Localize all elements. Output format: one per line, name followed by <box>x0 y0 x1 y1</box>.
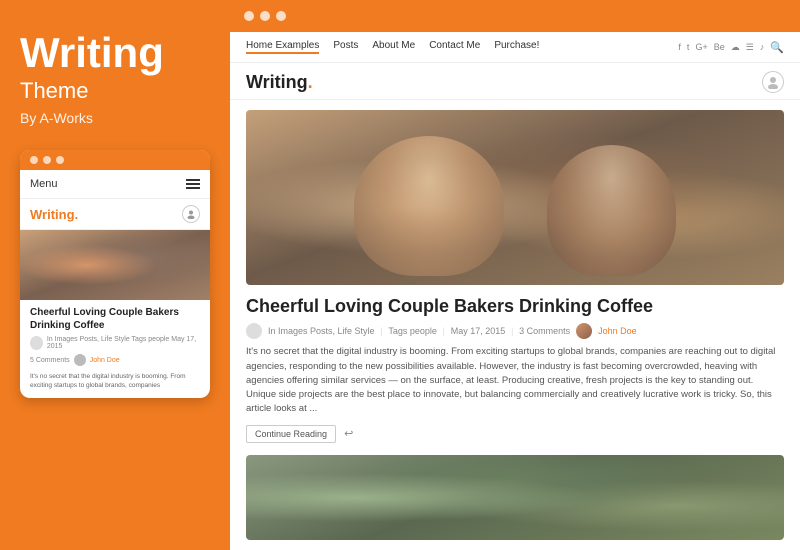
article-card: Cheerful Loving Couple Bakers Drinking C… <box>246 110 784 443</box>
mobile-logo: Writing. <box>30 207 78 222</box>
nav-social-icons: f t G+ Be ☁ ☰ ♪ 🔍 <box>678 41 784 54</box>
mobile-meta-text: In Images Posts, Life Style Tags people … <box>47 336 200 350</box>
article-author: John Doe <box>598 326 637 336</box>
article-meta-icon <box>246 323 262 339</box>
article-author-avatar <box>576 323 592 339</box>
social-cloud-icon[interactable]: ☁ <box>731 42 740 53</box>
social-music-icon[interactable]: ♪ <box>760 42 765 52</box>
mobile-author-name: John Doe <box>90 357 120 364</box>
mobile-article-title: Cheerful Loving Couple Bakers Drinking C… <box>20 300 210 336</box>
site-header: Writing. <box>230 63 800 100</box>
search-icon[interactable]: 🔍 <box>770 41 784 54</box>
mobile-mockup: Menu Writing. Cheerful Loving Couple Bak… <box>20 150 210 398</box>
user-svg-icon <box>186 209 196 219</box>
site-logo: Writing. <box>246 72 313 93</box>
mobile-article-image <box>20 230 210 300</box>
browser-dot-2 <box>260 11 270 21</box>
nav-about[interactable]: About Me <box>372 40 415 54</box>
nav-contact[interactable]: Contact Me <box>429 40 480 54</box>
social-menu-icon[interactable]: ☰ <box>746 42 754 53</box>
left-panel: Writing Theme By A-Works Menu Writing. <box>0 0 230 550</box>
mobile-logo-text: Writing <box>30 207 75 222</box>
article-excerpt: It's no secret that the digital industry… <box>246 345 784 416</box>
main-content: Cheerful Loving Couple Bakers Drinking C… <box>230 100 800 540</box>
mobile-top-bar <box>20 150 210 170</box>
mobile-dot-3 <box>56 156 64 164</box>
social-twitter-icon[interactable]: t <box>687 42 690 52</box>
theme-title: Writing Theme By A-Works <box>20 30 210 126</box>
hamburger-icon <box>186 179 200 189</box>
social-facebook-icon[interactable]: f <box>678 42 681 52</box>
browser-dot-1 <box>244 11 254 21</box>
second-article-preview <box>246 455 784 540</box>
site-user-icon[interactable] <box>762 71 784 93</box>
mobile-logo-dot: . <box>75 207 79 222</box>
meta-separator-1: | <box>381 326 383 336</box>
site-logo-text: Writing <box>246 72 308 92</box>
article-image <box>246 110 784 285</box>
social-behance-icon[interactable]: Be <box>714 42 725 52</box>
mobile-body-preview: It's no secret that the digital industry… <box>20 370 210 398</box>
mobile-meta-icon <box>30 336 43 350</box>
mobile-article-meta: In Images Posts, Life Style Tags people … <box>20 336 210 354</box>
mobile-nav: Menu <box>20 170 210 199</box>
nav-purchase[interactable]: Purchase! <box>494 40 539 54</box>
mobile-author-avatar <box>74 354 86 366</box>
meta-separator-2: | <box>443 326 445 336</box>
article-meta: In Images Posts, Life Style | Tags peopl… <box>246 323 784 339</box>
browser-dot-3 <box>276 11 286 21</box>
article-tags: Tags people <box>388 326 437 336</box>
user-profile-svg <box>766 75 780 89</box>
article-title: Cheerful Loving Couple Bakers Drinking C… <box>246 295 784 318</box>
mobile-comments: 5 Comments <box>30 357 70 364</box>
browser-content: Home Examples Posts About Me Contact Me … <box>230 32 800 550</box>
article-actions: Continue Reading ↩ <box>246 425 784 443</box>
mobile-user-icon <box>182 205 200 223</box>
subtitle-text: Theme <box>20 78 210 104</box>
read-more-button[interactable]: Continue Reading <box>246 425 336 443</box>
right-panel: Home Examples Posts About Me Contact Me … <box>230 0 800 550</box>
title-text: Writing <box>20 30 210 76</box>
hamburger-line-2 <box>186 183 200 185</box>
social-google-icon[interactable]: G+ <box>695 42 707 52</box>
article-comments: 3 Comments <box>519 326 570 336</box>
article-date: May 17, 2015 <box>451 326 506 336</box>
mobile-header: Writing. <box>20 199 210 230</box>
hamburger-line-3 <box>186 187 200 189</box>
mobile-article-image-render <box>20 230 210 300</box>
author-text: By A-Works <box>20 110 210 126</box>
mobile-dot-2 <box>43 156 51 164</box>
share-icon[interactable]: ↩ <box>344 427 353 440</box>
mobile-menu-label: Menu <box>30 178 58 190</box>
article-category: In Images Posts, Life Style <box>268 326 375 336</box>
hamburger-line-1 <box>186 179 200 181</box>
browser-bar <box>230 0 800 32</box>
site-logo-dot: . <box>308 72 313 92</box>
site-navigation: Home Examples Posts About Me Contact Me … <box>230 32 800 63</box>
second-article-image-render <box>246 455 784 540</box>
nav-home[interactable]: Home Examples <box>246 40 319 54</box>
mobile-author-meta: 5 Comments John Doe <box>20 354 210 370</box>
nav-posts[interactable]: Posts <box>333 40 358 54</box>
mobile-dot-1 <box>30 156 38 164</box>
nav-links: Home Examples Posts About Me Contact Me … <box>246 40 539 54</box>
article-image-render <box>246 110 784 285</box>
meta-separator-3: | <box>511 326 513 336</box>
